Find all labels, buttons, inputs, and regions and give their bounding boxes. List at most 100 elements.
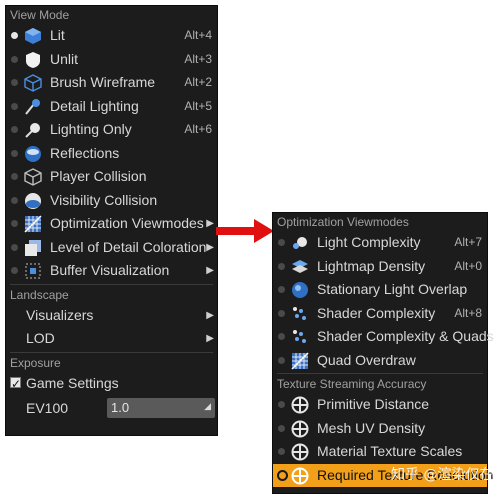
submenu-arrow-icon: ▶	[206, 309, 214, 321]
menu-item-material-texture-scales[interactable]: Material Texture Scales	[273, 440, 487, 464]
submenu-arrow-icon: ▶	[206, 241, 214, 253]
ev100-value: 1.0	[111, 400, 130, 415]
radio-icon	[11, 126, 18, 133]
menu-item-quad-overdraw[interactable]: Quad Overdraw	[273, 349, 487, 373]
crosshair-circle-icon	[291, 443, 309, 461]
menu-item-shader-complexity[interactable]: Shader Complexity Alt+8	[273, 302, 487, 326]
shader-complexity-icon	[291, 305, 309, 323]
menu-item-detail-lighting[interactable]: Detail Lighting Alt+5	[6, 95, 217, 119]
unlit-shield-icon	[24, 51, 42, 69]
ev100-label: EV100	[26, 400, 69, 416]
view-mode-header: View Mode	[10, 8, 70, 22]
radio-icon	[11, 79, 18, 86]
menu-item-label: Stationary Light Overlap	[317, 281, 468, 297]
ev100-row: EV100 1.0 ◢	[6, 395, 217, 421]
lod-coloration-icon	[24, 239, 42, 257]
player-collision-icon	[24, 168, 42, 186]
shortcut-label: Alt+3	[184, 51, 212, 66]
menu-item-label: Lighting Only	[50, 121, 132, 137]
landscape-header: Landscape	[10, 287, 69, 302]
shortcut-label: Alt+4	[184, 28, 212, 42]
menu-item-label: LOD	[26, 330, 55, 346]
crosshair-circle-icon	[291, 467, 309, 485]
menu-item-label: Detail Lighting	[50, 97, 139, 114]
menu-item-primitive-distance[interactable]: Primitive Distance	[273, 393, 487, 417]
menu-item-visibility-collision[interactable]: Visibility Collision	[6, 189, 217, 213]
menu-item-label: Optimization Viewmodes	[50, 215, 204, 231]
menu-item-reflections[interactable]: Reflections	[6, 142, 217, 166]
menu-item-stationary-light-overlap[interactable]: Stationary Light Overlap	[273, 278, 487, 302]
menu-item-unlit[interactable]: Unlit Alt+3	[6, 48, 217, 72]
menu-item-lit[interactable]: Lit Alt+4	[6, 24, 217, 48]
menu-item-mesh-uv-density[interactable]: Mesh UV Density	[273, 417, 487, 441]
menu-item-lighting-only[interactable]: Lighting Only Alt+6	[6, 118, 217, 142]
shortcut-label: Alt+6	[184, 122, 212, 136]
optimization-header: Optimization Viewmodes	[277, 215, 409, 229]
game-settings-checkbox-row[interactable]: Game Settings	[6, 372, 217, 396]
menu-item-player-collision[interactable]: Player Collision	[6, 165, 217, 189]
menu-item-label: Buffer Visualization	[50, 262, 170, 278]
menu-item-label: Player Collision	[50, 168, 147, 184]
radio-icon	[278, 309, 285, 317]
menu-item-visualizers[interactable]: Visualizers ▶	[6, 304, 217, 328]
quad-overdraw-icon	[291, 351, 309, 370]
buffer-visualization-icon	[24, 262, 42, 280]
submenu-arrow-icon: ▶	[206, 265, 214, 276]
watermark-text: 知乎 @渲染仅在者	[391, 466, 494, 483]
exposure-header: Exposure	[10, 355, 61, 370]
menu-separator	[10, 283, 213, 285]
menu-item-label: Reflections	[50, 144, 120, 161]
shortcut-label: Alt+5	[184, 98, 212, 113]
radio-icon	[278, 401, 285, 408]
radio-icon	[278, 448, 285, 455]
shortcut-label: Alt+8	[454, 305, 482, 320]
menu-item-shader-complexity-quads[interactable]: Shader Complexity & Quads	[273, 325, 494, 349]
menu-item-label: Visibility Collision	[50, 191, 158, 208]
lit-cube-icon	[24, 27, 42, 45]
lightmap-density-icon	[291, 258, 309, 276]
submenu-arrow-icon: ▶	[206, 333, 214, 344]
game-settings-checkbox[interactable]	[10, 373, 21, 396]
shortcut-label: Alt+7	[454, 235, 482, 249]
radio-icon	[11, 220, 18, 227]
texture-streaming-header: Texture Streaming Accuracy	[277, 377, 427, 391]
radio-icon	[11, 173, 18, 180]
radio-icon	[278, 356, 285, 364]
menu-item-label: Light Complexity	[317, 234, 421, 250]
menu-item-label: Level of Detail Coloration	[50, 238, 207, 255]
menu-item-brush-wireframe[interactable]: Brush Wireframe Alt+2	[6, 71, 217, 95]
menu-item-lod[interactable]: LOD ▶	[6, 327, 217, 351]
ev100-input[interactable]: 1.0 ◢	[107, 398, 215, 418]
menu-item-lod-coloration[interactable]: Level of Detail Coloration ▶	[6, 236, 217, 260]
crosshair-circle-icon	[291, 420, 309, 438]
radio-icon	[277, 469, 288, 481]
optimization-submenu: Optimization Viewmodes Light Complexity …	[272, 212, 494, 494]
radio-icon	[11, 196, 18, 204]
menu-item-light-complexity[interactable]: Light Complexity Alt+7	[273, 231, 487, 255]
visibility-collision-icon	[24, 192, 42, 210]
radio-icon	[278, 262, 285, 270]
menu-item-label: Shader Complexity	[317, 304, 436, 321]
menu-item-buffer-visualization[interactable]: Buffer Visualization ▶	[6, 259, 217, 283]
lighting-only-icon	[24, 121, 42, 139]
shortcut-label: Alt+2	[184, 75, 212, 89]
menu-item-required-texture-resolution[interactable]: Required Texture Resolution 知乎 @渲染仅在者	[273, 463, 494, 487]
resize-grip-icon: ◢	[204, 401, 211, 411]
radio-icon	[11, 55, 18, 63]
game-settings-label: Game Settings	[26, 374, 119, 391]
optimization-grid-icon	[24, 215, 42, 233]
radio-icon	[11, 243, 18, 251]
menu-separator	[10, 351, 213, 353]
menu-item-label: Lit	[50, 27, 65, 43]
radio-selected-icon	[11, 32, 18, 39]
radio-icon	[278, 424, 285, 432]
red-pointer-arrow-icon	[216, 219, 274, 243]
light-complexity-icon	[291, 234, 309, 252]
menu-item-label: Shader Complexity & Quads	[317, 328, 494, 344]
menu-item-label: Brush Wireframe	[50, 74, 156, 90]
menu-item-optimization-viewmodes[interactable]: Optimization Viewmodes ▶	[6, 212, 217, 236]
menu-item-lightmap-density[interactable]: Lightmap Density Alt+0	[273, 255, 487, 279]
radio-icon	[278, 333, 285, 340]
stationary-light-overlap-icon	[291, 281, 309, 299]
menu-item-label: Primitive Distance	[317, 396, 430, 412]
